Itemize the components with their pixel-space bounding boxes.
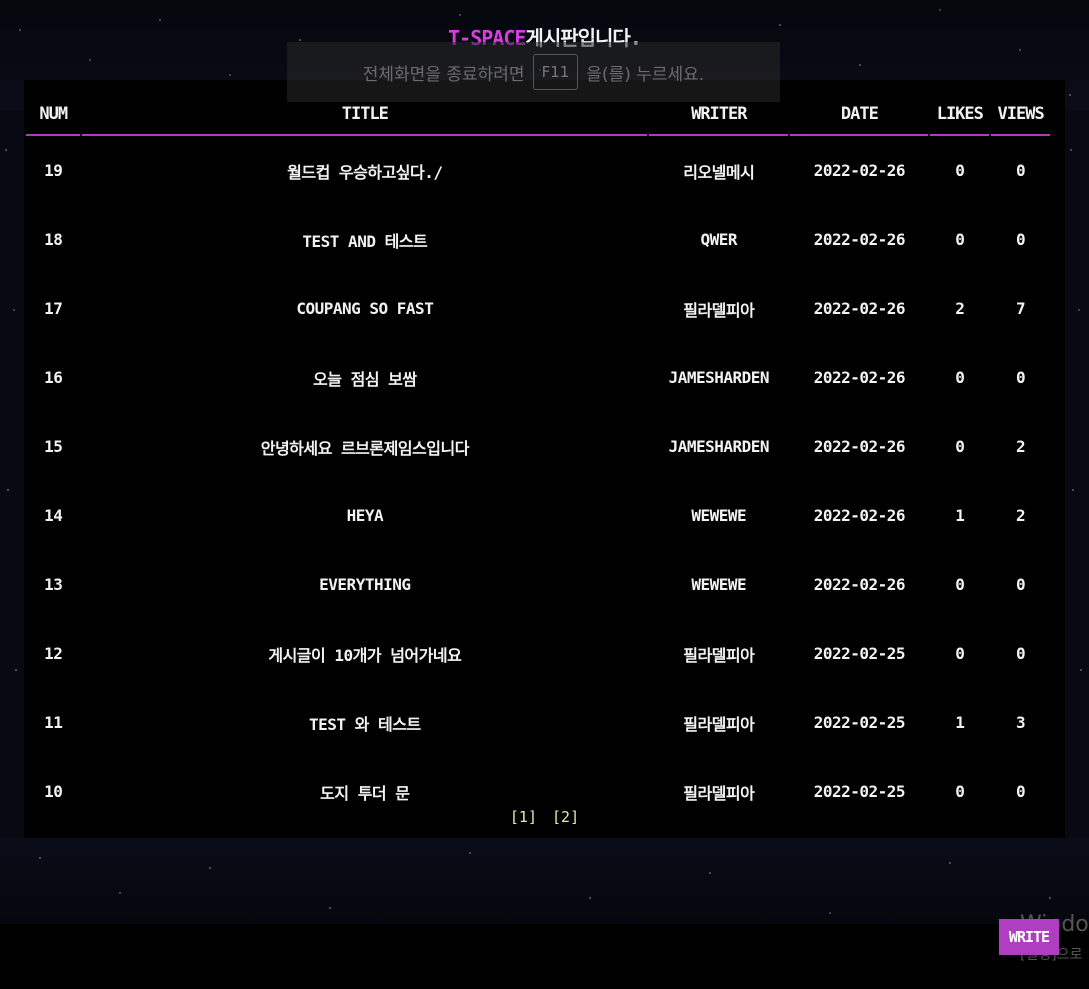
cell-likes: 0 bbox=[955, 368, 965, 387]
cell-likes: 0 bbox=[955, 230, 965, 249]
cell-num: 19 bbox=[44, 161, 63, 180]
cell-writer: WEWEWE bbox=[691, 575, 747, 594]
page-link-1[interactable]: [1] bbox=[510, 808, 537, 826]
cell-num: 11 bbox=[44, 713, 63, 732]
cell-title[interactable]: TEST AND 테스트 bbox=[82, 205, 647, 274]
table-row[interactable]: 14 HEYA WEWEWE 2022-02-26 1 2 bbox=[26, 481, 1050, 550]
table-row[interactable]: 12 게시글이 10개가 넘어가네요 필라델피아 2022-02-25 0 0 bbox=[26, 619, 1050, 688]
toast-key: F11 bbox=[532, 54, 579, 90]
cell-title[interactable]: COUPANG SO FAST bbox=[82, 274, 647, 343]
cell-num: 18 bbox=[44, 230, 63, 249]
cell-num: 16 bbox=[44, 368, 63, 387]
cell-date: 2022-02-26 bbox=[813, 506, 906, 525]
cell-date: 2022-02-26 bbox=[813, 437, 906, 456]
cell-date: 2022-02-26 bbox=[813, 299, 906, 318]
cell-title[interactable]: 게시글이 10개가 넘어가네요 bbox=[82, 619, 647, 688]
cell-writer: 필라델피아 bbox=[683, 645, 755, 665]
cell-writer: 리오넬메시 bbox=[683, 162, 755, 182]
toast-prefix: 전체화면을 종료하려면 bbox=[362, 64, 525, 85]
cell-date: 2022-02-26 bbox=[813, 230, 906, 249]
cell-views: 0 bbox=[1016, 230, 1026, 249]
cell-views: 3 bbox=[1016, 713, 1026, 732]
cell-views: 2 bbox=[1016, 506, 1026, 525]
column-header-views: VIEWS bbox=[991, 94, 1050, 136]
cell-date: 2022-02-26 bbox=[813, 161, 906, 180]
table-row[interactable]: 16 오늘 점심 보쌈 JAMESHARDEN 2022-02-26 0 0 bbox=[26, 343, 1050, 412]
cell-date: 2022-02-25 bbox=[813, 644, 906, 663]
cell-date: 2022-02-26 bbox=[813, 368, 906, 387]
space-background-left bbox=[0, 110, 24, 840]
cell-title[interactable]: HEYA bbox=[82, 481, 647, 550]
cell-views: 0 bbox=[1016, 161, 1026, 180]
cell-likes: 1 bbox=[955, 506, 965, 525]
cell-date: 2022-02-26 bbox=[813, 575, 906, 594]
cell-likes: 1 bbox=[955, 713, 965, 732]
cell-title[interactable]: EVERYTHING bbox=[82, 550, 647, 619]
table-row[interactable]: 19 월드컵 우승하고싶다./ 리오넬메시 2022-02-26 0 0 bbox=[26, 136, 1050, 205]
table-header-row: NUM TITLE WRITER DATE LIKES VIEWS bbox=[26, 94, 1050, 136]
fullscreen-exit-toast: 전체화면을 종료하려면 F11 을(를) 누르세요. bbox=[287, 42, 780, 102]
toast-suffix: 을(를) 누르세요. bbox=[586, 64, 705, 85]
column-header-writer: WRITER bbox=[649, 94, 789, 136]
pagination: [1] [2] bbox=[0, 808, 1089, 826]
column-header-num: NUM bbox=[26, 94, 81, 136]
cell-title[interactable]: 안녕하세요 르브론제임스입니다 bbox=[82, 412, 647, 481]
cell-likes: 0 bbox=[955, 437, 965, 456]
posts-table: NUM TITLE WRITER DATE LIKES VIEWS 19 월드컵 … bbox=[24, 94, 1052, 826]
cell-likes: 0 bbox=[955, 161, 965, 180]
space-background-right bbox=[1065, 110, 1089, 840]
cell-views: 0 bbox=[1016, 644, 1026, 663]
cell-views: 0 bbox=[1016, 575, 1026, 594]
cell-likes: 0 bbox=[955, 644, 965, 663]
cell-writer: QWER bbox=[700, 230, 738, 249]
cell-num: 15 bbox=[44, 437, 63, 456]
table-row[interactable]: 15 안녕하세요 르브론제임스입니다 JAMESHARDEN 2022-02-26 0 2 bbox=[26, 412, 1050, 481]
cell-writer: JAMESHARDEN bbox=[668, 368, 770, 387]
cell-writer: WEWEWE bbox=[691, 506, 747, 525]
cell-title[interactable]: 오늘 점심 보쌈 bbox=[82, 343, 647, 412]
cell-date: 2022-02-25 bbox=[813, 713, 906, 732]
cell-writer: 필라델피아 bbox=[683, 714, 755, 734]
cell-likes: 0 bbox=[955, 575, 965, 594]
table-row[interactable]: 11 TEST 와 테스트 필라델피아 2022-02-25 1 3 bbox=[26, 688, 1050, 757]
table-row[interactable]: 18 TEST AND 테스트 QWER 2022-02-26 0 0 bbox=[26, 205, 1050, 274]
space-background-bottom bbox=[0, 838, 1089, 924]
cell-writer: JAMESHARDEN bbox=[668, 437, 770, 456]
column-header-title: TITLE bbox=[82, 94, 648, 136]
cell-views: 7 bbox=[1016, 299, 1026, 318]
column-header-date: DATE bbox=[790, 94, 929, 136]
cell-writer: 필라델피아 bbox=[683, 300, 755, 320]
column-header-likes: LIKES bbox=[930, 94, 990, 136]
cell-views: 2 bbox=[1016, 437, 1026, 456]
cell-views: 0 bbox=[1016, 368, 1026, 387]
table-row[interactable]: 17 COUPANG SO FAST 필라델피아 2022-02-26 2 7 bbox=[26, 274, 1050, 343]
cell-num: 12 bbox=[44, 644, 63, 663]
cell-num: 14 bbox=[44, 506, 63, 525]
table-row[interactable]: 13 EVERYTHING WEWEWE 2022-02-26 0 0 bbox=[26, 550, 1050, 619]
cell-num: 17 bbox=[44, 299, 63, 318]
cell-likes: 2 bbox=[955, 299, 965, 318]
write-button[interactable]: WRITE bbox=[999, 919, 1059, 955]
cell-title[interactable]: 월드컵 우승하고싶다./ bbox=[82, 136, 647, 205]
cell-title[interactable]: TEST 와 테스트 bbox=[82, 688, 647, 757]
cell-num: 13 bbox=[44, 575, 63, 594]
page-link-2[interactable]: [2] bbox=[552, 808, 579, 826]
